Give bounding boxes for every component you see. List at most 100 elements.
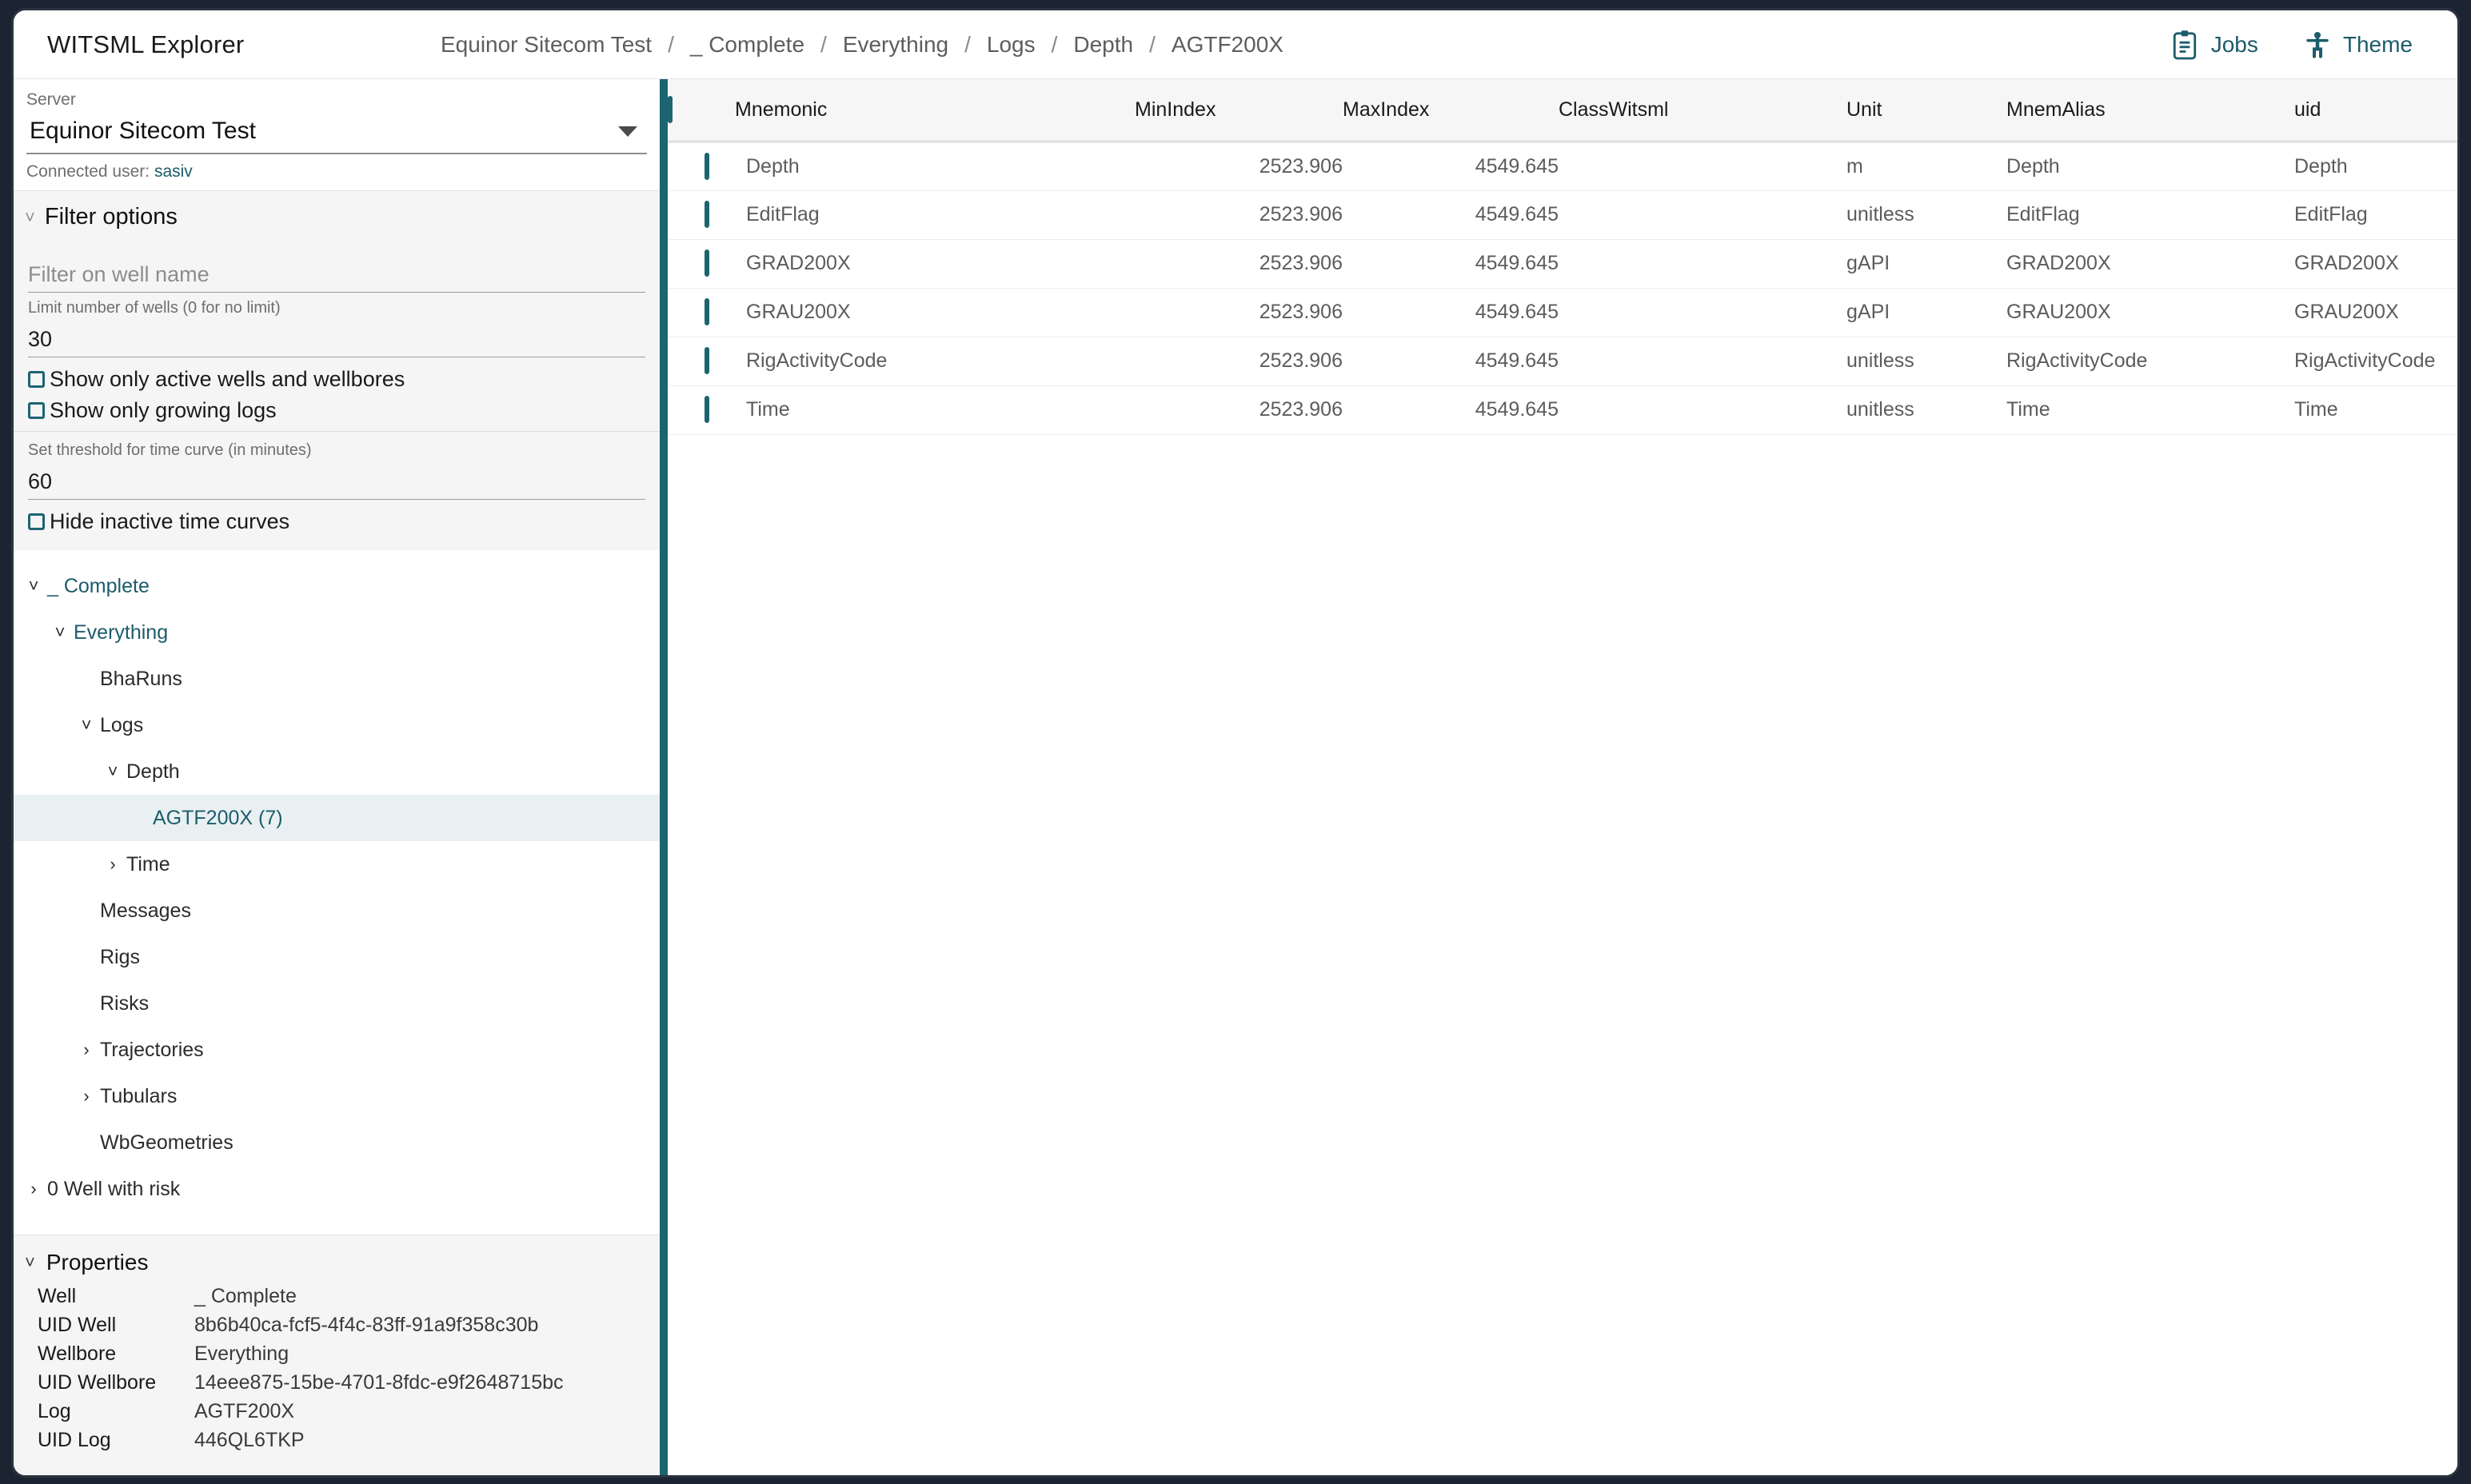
breadcrumb-item[interactable]: Equinor Sitecom Test (437, 32, 655, 58)
chevron-right-icon[interactable]: › (73, 1041, 100, 1059)
checkbox-icon[interactable] (28, 371, 45, 388)
column-header-minindex[interactable]: MinIndex (1135, 79, 1343, 142)
threshold-field[interactable]: 60 (28, 460, 645, 500)
row-checkbox-cell (668, 190, 735, 239)
property-value: 14eee875-15be-4701-8fdc-e9f2648715bc (194, 1368, 564, 1397)
chevron-right-icon[interactable]: › (20, 1180, 47, 1198)
tree-item[interactable]: ›0 Well with risk (14, 1166, 660, 1212)
well-name-filter-field[interactable]: Filter on well name (28, 262, 645, 293)
breadcrumb-item[interactable]: _ Complete (687, 32, 808, 58)
cell-maxindex: 4549.645 (1343, 239, 1559, 288)
cell-maxindex: 4549.645 (1343, 288, 1559, 337)
tree-item[interactable]: WbGeometries (14, 1119, 660, 1166)
chevron-down-icon[interactable]: ˅ (99, 763, 126, 780)
table-row[interactable]: Depth2523.9064549.645mDepthDepth (668, 142, 2457, 190)
chevron-right-icon[interactable]: › (73, 1087, 100, 1105)
row-checkbox[interactable] (705, 396, 709, 423)
property-row: UID Log446QL6TKP (14, 1426, 660, 1454)
column-header-uid[interactable]: uid (2294, 79, 2457, 142)
tree-item[interactable]: BhaRuns (14, 656, 660, 702)
app-window: WITSML Explorer Equinor Sitecom Test/_ C… (11, 8, 2460, 1478)
tree-item[interactable]: ›Time (14, 841, 660, 888)
checkbox-icon[interactable] (28, 402, 45, 419)
table-row[interactable]: GRAD200X2523.9064549.645gAPIGRAD200XGRAD… (668, 239, 2457, 288)
cell-mnemalias: Time (2006, 385, 2294, 434)
properties-toggle[interactable]: ˅ Properties (14, 1250, 660, 1275)
chevron-down-icon: ˅ (25, 1254, 35, 1271)
limit-wells-input[interactable]: 30 (28, 327, 52, 351)
server-block: Server Equinor Sitecom Test (14, 79, 660, 154)
cell-maxindex: 4549.645 (1343, 337, 1559, 385)
threshold-input[interactable]: 60 (28, 469, 52, 493)
checkbox-growing-logs[interactable]: Show only growing logs (14, 395, 660, 426)
theme-button[interactable]: Theme (2305, 30, 2413, 60)
page-title: WITSML Explorer (47, 30, 244, 59)
cell-classwitsml (1559, 142, 1846, 190)
connected-user: Connected user: sasiv (14, 154, 660, 190)
tree-item-label: Rigs (100, 946, 140, 969)
tree-item[interactable]: ˅Depth (14, 748, 660, 795)
cell-mnemonic: GRAU200X (735, 288, 1135, 337)
tree-item[interactable]: Risks (14, 980, 660, 1027)
property-value: 446QL6TKP (194, 1426, 305, 1454)
row-checkbox[interactable] (705, 347, 709, 374)
chevron-right-icon[interactable]: › (99, 856, 126, 873)
breadcrumb-item[interactable]: AGTF200X (1168, 32, 1287, 58)
clipboard-list-icon (2171, 30, 2198, 60)
column-header-mnemonic[interactable]: Mnemonic (735, 79, 1135, 142)
tree-item[interactable]: ›Tubulars (14, 1073, 660, 1119)
row-checkbox[interactable] (705, 201, 709, 228)
jobs-button[interactable]: Jobs (2171, 30, 2258, 60)
cell-maxindex: 4549.645 (1343, 142, 1559, 190)
column-header-unit[interactable]: Unit (1846, 79, 2006, 142)
chevron-down-icon[interactable]: ˅ (20, 577, 47, 595)
chevron-down-icon[interactable]: ˅ (73, 716, 100, 734)
server-select[interactable]: Equinor Sitecom Test (26, 116, 647, 154)
limit-wells-field[interactable]: 30 (28, 317, 645, 357)
table-row[interactable]: RigActivityCode2523.9064549.645unitlessR… (668, 337, 2457, 385)
tree-item[interactable]: ˅_ Complete (14, 563, 660, 609)
select-all-checkbox[interactable] (668, 96, 673, 123)
filter-options-toggle[interactable]: ˅ Filter options (14, 191, 660, 241)
accessibility-person-icon (2305, 30, 2330, 60)
filter-options-panel: ˅ Filter options Filter on well name Lim… (14, 190, 660, 550)
tree-item-label: Logs (100, 714, 143, 737)
table-row[interactable]: GRAU200X2523.9064549.645gAPIGRAU200XGRAU… (668, 288, 2457, 337)
tree-item[interactable]: ˅Everything (14, 609, 660, 656)
cell-maxindex: 4549.645 (1343, 385, 1559, 434)
tree-item[interactable]: AGTF200X (7) (14, 795, 660, 841)
checkbox-hide-inactive[interactable]: Hide inactive time curves (14, 500, 660, 537)
breadcrumb-item[interactable]: Logs (984, 32, 1039, 58)
breadcrumb-item[interactable]: Depth (1070, 32, 1136, 58)
checkbox-active-wells[interactable]: Show only active wells and wellbores (14, 357, 660, 395)
row-checkbox[interactable] (705, 249, 709, 277)
cell-mnemalias: RigActivityCode (2006, 337, 2294, 385)
sidebar-resize-divider[interactable] (660, 79, 668, 1475)
chevron-down-icon[interactable]: ˅ (46, 624, 74, 641)
tree-item[interactable]: Rigs (14, 934, 660, 980)
cell-minindex: 2523.906 (1135, 385, 1343, 434)
row-checkbox[interactable] (705, 153, 709, 180)
search-input[interactable]: Filter on well name (28, 262, 210, 286)
checkbox-icon[interactable] (28, 513, 45, 530)
row-checkbox[interactable] (705, 298, 709, 325)
cell-mnemalias: GRAU200X (2006, 288, 2294, 337)
tree-item[interactable]: ›Trajectories (14, 1027, 660, 1073)
connected-user-name[interactable]: sasiv (154, 162, 193, 181)
cell-mnemonic: GRAD200X (735, 239, 1135, 288)
server-select-value: Equinor Sitecom Test (30, 118, 256, 145)
threshold-label: Set threshold for time curve (in minutes… (28, 437, 645, 460)
tree-item-label: Time (126, 853, 170, 876)
table-row[interactable]: EditFlag2523.9064549.645unitlessEditFlag… (668, 190, 2457, 239)
row-checkbox-cell (668, 288, 735, 337)
cell-minindex: 2523.906 (1135, 239, 1343, 288)
property-key: UID Well (38, 1310, 194, 1339)
tree-item[interactable]: Messages (14, 888, 660, 934)
breadcrumb-item[interactable]: Everything (840, 32, 952, 58)
column-header-mnemalias[interactable]: MnemAlias (2006, 79, 2294, 142)
tree-item[interactable]: ˅Logs (14, 702, 660, 748)
column-header-maxindex[interactable]: MaxIndex (1343, 79, 1559, 142)
property-key: Wellbore (38, 1339, 194, 1368)
table-row[interactable]: Time2523.9064549.645unitlessTimeTime (668, 385, 2457, 434)
column-header-classwitsml[interactable]: ClassWitsml (1559, 79, 1846, 142)
